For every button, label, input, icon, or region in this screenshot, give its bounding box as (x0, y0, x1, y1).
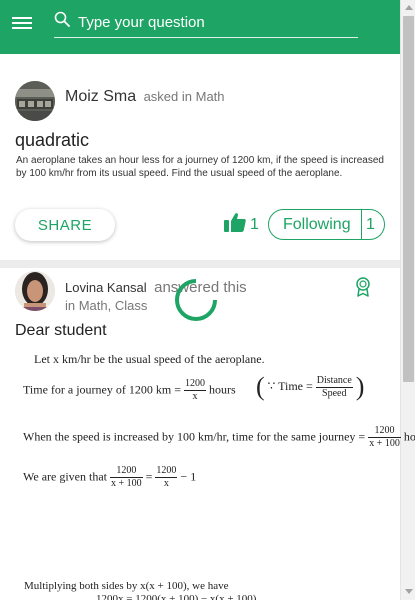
hamburger-menu-icon[interactable] (12, 16, 32, 32)
fraction-denominator: x (192, 391, 198, 402)
solution-line-2: Time for a journey of 1200 km = 1200 x h… (23, 378, 236, 403)
solution-line-2-text: Time for a journey of 1200 km = (23, 382, 181, 397)
solution-line-4-suffix: − 1 (180, 469, 197, 484)
following-button[interactable]: Following 1 (268, 209, 385, 240)
fraction-numerator: 1200 (155, 465, 178, 478)
section-divider (0, 260, 400, 268)
fraction-left: 1200 x + 100 (110, 465, 143, 490)
solution-line-4: We are given that 1200 x + 100 = 1200 x … (23, 465, 196, 490)
asker-name[interactable]: Moiz Sma (65, 88, 136, 105)
search-bar[interactable] (54, 8, 358, 38)
asker-avatar[interactable] (15, 81, 55, 121)
solution-line-5: Multiplying both sides by x(x + 100), we… (24, 580, 229, 592)
fraction-denominator: Speed (322, 387, 347, 399)
answer-subject: in Math, Class (65, 298, 148, 313)
search-icon[interactable] (54, 11, 70, 27)
fraction-numerator: 1200 (183, 378, 206, 391)
left-paren: ( (256, 372, 265, 401)
fraction-right: 1200 x (155, 465, 178, 490)
search-input[interactable] (78, 10, 354, 34)
top-app-bar (0, 0, 400, 54)
time-formula: ( ∵ Time = Distance Speed ) (256, 372, 364, 402)
question-body: An aeroplane takes an hour less for a jo… (16, 155, 384, 179)
fraction-denominator: x + 100 (369, 438, 400, 449)
following-divider (361, 210, 362, 239)
answerer-name[interactable]: Lovina Kansal (65, 280, 147, 295)
time-word: Time = (278, 378, 313, 393)
solution-line-4-text: We are given that (23, 469, 107, 484)
solution-line-3-text: When the speed is increased by 100 km/hr… (23, 429, 366, 444)
fraction-numerator: Distance (315, 374, 353, 388)
like-count: 1 (250, 216, 259, 233)
fraction-denominator: x (163, 478, 169, 489)
fraction-1200-over-x-plus-100: 1200 x + 100 (368, 425, 401, 450)
equals-sign: = (145, 469, 153, 484)
question-title: quadratic (15, 130, 90, 150)
fraction-denominator: x + 100 (111, 478, 142, 489)
page-scrollbar[interactable] (400, 0, 415, 600)
because-symbol: ∵ (267, 378, 276, 393)
right-paren: ) (355, 372, 365, 401)
scrollbar-thumb[interactable] (403, 16, 414, 382)
asked-in-subject: asked in Math (143, 89, 225, 104)
following-label[interactable]: Following (283, 216, 351, 234)
solution-line-1: Let x km/hr be the usual speed of the ae… (34, 352, 265, 366)
scroll-down-arrow-icon[interactable] (405, 589, 413, 594)
solution-line-3-suffix: hours. (403, 429, 415, 444)
answer-greeting: Dear student (15, 322, 107, 339)
following-count: 1 (366, 216, 375, 233)
solution-line-2-suffix: hours (208, 382, 236, 397)
thumbs-up-icon[interactable] (224, 212, 246, 232)
answerer-line: Lovina Kansal answered this (65, 279, 247, 297)
fraction-1200-over-x: 1200 x (183, 378, 206, 403)
question-card: Moiz Sma asked in Math quadratic An aero… (0, 54, 400, 260)
fraction-numerator: 1200 (368, 425, 401, 438)
solution-line-3: When the speed is increased by 100 km/hr… (23, 425, 415, 450)
asker-line: Moiz Sma asked in Math (65, 88, 225, 106)
scroll-up-arrow-icon[interactable] (405, 5, 413, 10)
fraction-numerator: 1200 (110, 465, 143, 478)
award-badge-icon (356, 277, 370, 297)
answerer-avatar[interactable] (15, 271, 55, 311)
share-button[interactable]: SHARE (15, 209, 115, 241)
loading-spinner-icon (175, 279, 217, 321)
answer-card: Lovina Kansal answered this in Math, Cla… (0, 268, 415, 600)
solution-line-6: 1200x = 1200(x + 100) − x(x + 100) (96, 594, 257, 600)
fraction-distance-over-speed: Distance Speed (315, 374, 353, 400)
